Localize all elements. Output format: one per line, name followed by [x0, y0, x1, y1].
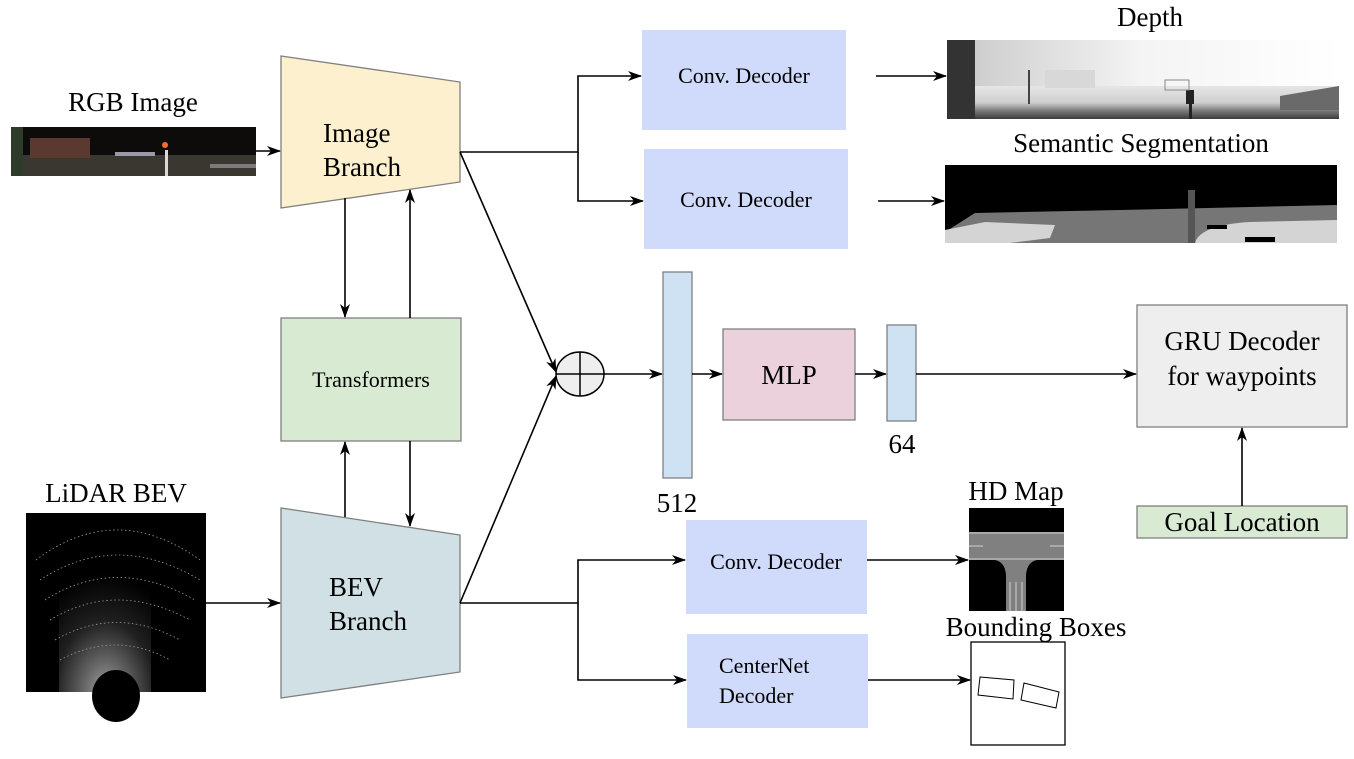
hd-map-image — [969, 508, 1064, 611]
depth-output: Depth — [947, 2, 1339, 119]
gru-label-line2: for waypoints — [1167, 361, 1316, 391]
image-branch-label-line1: Image — [323, 118, 390, 148]
rgb-image-thumbnail — [11, 127, 256, 176]
arrow-bev-to-fusion — [459, 375, 557, 604]
semantic-decoder: Conv. Decoder — [644, 149, 848, 249]
semantic-segmentation-label: Semantic Segmentation — [1013, 128, 1269, 158]
lidar-bev-thumbnail — [26, 513, 206, 722]
bbox-output: Bounding Boxes — [946, 612, 1127, 746]
depth-decoder: Conv. Decoder — [642, 30, 846, 130]
feature-512-label: 512 — [657, 488, 698, 518]
arrow-image-to-fusion — [459, 151, 557, 373]
semantic-output: Semantic Segmentation — [945, 128, 1337, 243]
arrow-image-to-depth-decoder — [460, 71, 642, 153]
gru-label-line1: GRU Decoder — [1164, 326, 1319, 356]
bounding-boxes-image — [970, 641, 1066, 746]
hd-map-label: HD Map — [968, 476, 1063, 506]
rgb-image-label: RGB Image — [68, 87, 198, 117]
transformers-block: Transformers — [280, 317, 462, 442]
lidar-input: LiDAR BEV — [26, 478, 206, 722]
semantic-decoder-label: Conv. Decoder — [680, 187, 812, 212]
semantic-segmentation-image — [945, 165, 1337, 243]
bev-branch: BEV Branch — [280, 507, 461, 699]
depth-map-image — [947, 40, 1339, 119]
fusion-sum-icon — [555, 351, 605, 397]
hdmap-decoder-label: Conv. Decoder — [710, 549, 842, 574]
arrow-image-to-semantic-decoder — [577, 152, 644, 206]
lidar-bev-label: LiDAR BEV — [45, 478, 187, 508]
architecture-diagram: RGB Image LiDAR BEV Image Branch Transfo… — [11, 2, 1348, 746]
transformers-label: Transformers — [312, 367, 430, 392]
rgb-input: RGB Image — [11, 87, 256, 176]
mlp-block: MLP — [722, 328, 856, 421]
goal-location-label: Goal Location — [1164, 507, 1320, 537]
depth-decoder-label: Conv. Decoder — [678, 63, 810, 88]
centernet-label-line1: CenterNet — [719, 653, 809, 678]
image-branch-label-line2: Branch — [323, 152, 401, 182]
gru-decoder-block: GRU Decoder for waypoints — [1136, 304, 1348, 428]
hdmap-decoder: Conv. Decoder — [686, 520, 867, 614]
arrow-bev-to-centernet-decoder — [577, 603, 687, 685]
arrow-bev-to-hdmap-decoder — [460, 555, 686, 604]
centernet-decoder: CenterNet Decoder — [687, 634, 868, 728]
depth-label: Depth — [1117, 2, 1183, 32]
image-branch: Image Branch — [280, 55, 461, 209]
bev-branch-label-line1: BEV — [329, 572, 384, 602]
mlp-label: MLP — [761, 360, 817, 390]
feature-vector-512: 512 — [657, 271, 698, 518]
bounding-boxes-label: Bounding Boxes — [946, 612, 1127, 642]
hdmap-output: HD Map — [968, 476, 1064, 611]
feature-64-label: 64 — [889, 429, 917, 459]
feature-vector-64: 64 — [886, 324, 917, 459]
goal-location-block: Goal Location — [1136, 505, 1348, 539]
bev-branch-label-line2: Branch — [329, 606, 407, 636]
centernet-label-line2: Decoder — [719, 683, 794, 708]
